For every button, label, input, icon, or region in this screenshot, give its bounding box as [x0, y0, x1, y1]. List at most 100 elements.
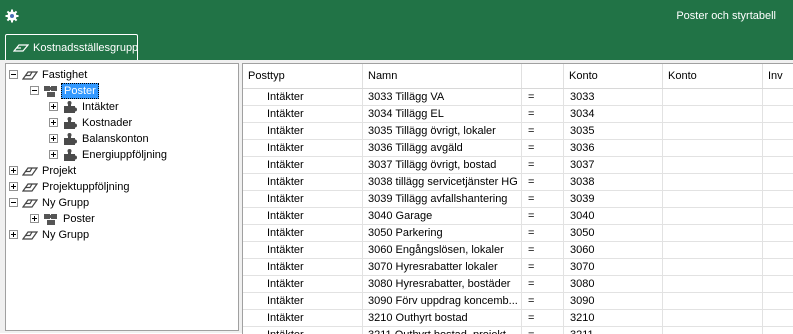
tab-kostnadsstallesgrupp[interactable]: Kostnadsställesgrupp: [5, 34, 138, 60]
cell-konto[interactable]: 3034: [564, 106, 663, 123]
cell-namn[interactable]: 3210 Outhyrt bostad: [363, 310, 522, 327]
cell-inv[interactable]: [763, 123, 793, 140]
tree-node-label[interactable]: Kostnader: [80, 116, 134, 130]
cell-namn[interactable]: 3037 Tillägg övrigt, bostad: [363, 157, 522, 174]
tree-node-label[interactable]: Projektuppföljning: [40, 180, 131, 194]
table-row[interactable]: Intäkter 3038 tillägg servicetjänster HG =…: [243, 174, 793, 191]
cell-konto-2[interactable]: [663, 208, 763, 225]
cell-namn[interactable]: 3070 Hyresrabatter lokaler: [363, 259, 522, 276]
tree-node-label[interactable]: Poster: [61, 212, 97, 226]
cell-operator[interactable]: =: [522, 259, 564, 276]
tree-node-label[interactable]: Ny Grupp: [40, 196, 91, 210]
gear-icon[interactable]: [5, 9, 19, 23]
cell-inv[interactable]: [763, 259, 793, 276]
cell-inv[interactable]: [763, 310, 793, 327]
cell-konto-2[interactable]: [663, 191, 763, 208]
cell-konto[interactable]: 3090: [564, 293, 663, 310]
table-row[interactable]: Intäkter 3035 Tillägg övrigt, lokaler = 303…: [243, 123, 793, 140]
cell-namn[interactable]: 3080 Hyresrabatter, bostäder: [363, 276, 522, 293]
tree-node-label[interactable]: Intäkter: [80, 100, 121, 114]
group-tree[interactable]: Fastighet Poster Intäkter Kostnader Balansko…: [5, 63, 239, 331]
cell-inv[interactable]: [763, 191, 793, 208]
cell-posttyp[interactable]: Intäkter: [243, 191, 363, 208]
cell-konto-2[interactable]: [663, 259, 763, 276]
cell-posttyp[interactable]: Intäkter: [243, 123, 363, 140]
cell-inv[interactable]: [763, 276, 793, 293]
table-row[interactable]: Intäkter 3040 Garage = 3040: [243, 208, 793, 225]
expand-icon[interactable]: [9, 182, 18, 191]
cell-posttyp[interactable]: Intäkter: [243, 225, 363, 242]
cell-konto-2[interactable]: [663, 157, 763, 174]
cell-konto-2[interactable]: [663, 293, 763, 310]
expand-icon[interactable]: [30, 214, 39, 223]
tree-node-label[interactable]: Projekt: [40, 164, 78, 178]
cell-konto-2[interactable]: [663, 276, 763, 293]
table-row[interactable]: Intäkter 3210 Outhyrt bostad = 3210: [243, 310, 793, 327]
cell-posttyp[interactable]: Intäkter: [243, 106, 363, 123]
cell-posttyp[interactable]: Intäkter: [243, 242, 363, 259]
cell-konto-2[interactable]: [663, 225, 763, 242]
cell-operator[interactable]: =: [522, 174, 564, 191]
collapse-icon[interactable]: [9, 70, 18, 79]
collapse-icon[interactable]: [30, 86, 39, 95]
table-row[interactable]: Intäkter 3033 Tillägg VA = 3033: [243, 89, 793, 106]
cell-konto[interactable]: 3037: [564, 157, 663, 174]
cell-konto[interactable]: 3039: [564, 191, 663, 208]
cell-namn[interactable]: 3036 Tillägg avgäld: [363, 140, 522, 157]
cell-posttyp[interactable]: Intäkter: [243, 174, 363, 191]
cell-konto[interactable]: 3060: [564, 242, 663, 259]
expand-icon[interactable]: [9, 166, 18, 175]
cell-konto[interactable]: 3033: [564, 89, 663, 106]
table-row[interactable]: Intäkter 3039 Tillägg avfallshantering = 30…: [243, 191, 793, 208]
cell-konto-2[interactable]: [663, 140, 763, 157]
cell-namn[interactable]: 3034 Tillägg EL: [363, 106, 522, 123]
cell-posttyp[interactable]: Intäkter: [243, 89, 363, 106]
cell-konto[interactable]: 3035: [564, 123, 663, 140]
cell-operator[interactable]: =: [522, 191, 564, 208]
cell-konto[interactable]: 3080: [564, 276, 663, 293]
cell-operator[interactable]: =: [522, 310, 564, 327]
tree-node-label[interactable]: Poster: [61, 83, 99, 99]
table-row[interactable]: Intäkter 3036 Tillägg avgäld = 3036: [243, 140, 793, 157]
table-row[interactable]: Intäkter 3080 Hyresrabatter, bostäder = 308…: [243, 276, 793, 293]
table-row[interactable]: Intäkter 3090 Förv uppdrag koncemb... = 309…: [243, 293, 793, 310]
cell-posttyp[interactable]: Intäkter: [243, 259, 363, 276]
cell-namn[interactable]: 3039 Tillägg avfallshantering: [363, 191, 522, 208]
column-header-konto-2[interactable]: Konto: [663, 64, 763, 88]
cell-konto-2[interactable]: [663, 123, 763, 140]
cell-inv[interactable]: [763, 242, 793, 259]
cell-konto-2[interactable]: [663, 106, 763, 123]
expand-icon[interactable]: [9, 230, 18, 239]
cell-inv[interactable]: [763, 174, 793, 191]
cell-inv[interactable]: [763, 89, 793, 106]
data-grid[interactable]: Posttyp Namn Konto Konto Inv Intäkter 303…: [242, 63, 793, 334]
table-row[interactable]: Intäkter 3060 Engångslösen, lokaler = 3060: [243, 242, 793, 259]
column-header-inv[interactable]: Inv: [763, 64, 793, 88]
table-row[interactable]: Intäkter 3037 Tillägg övrigt, bostad = 3037: [243, 157, 793, 174]
cell-inv[interactable]: [763, 208, 793, 225]
cell-konto-2[interactable]: [663, 242, 763, 259]
cell-operator[interactable]: =: [522, 123, 564, 140]
cell-namn[interactable]: 3040 Garage: [363, 208, 522, 225]
tree-node-label[interactable]: Ny Grupp: [40, 228, 91, 242]
cell-operator[interactable]: =: [522, 89, 564, 106]
tree-node-label[interactable]: Balanskonton: [80, 132, 151, 146]
cell-konto[interactable]: 3050: [564, 225, 663, 242]
cell-operator[interactable]: =: [522, 276, 564, 293]
cell-konto-2[interactable]: [663, 310, 763, 327]
cell-posttyp[interactable]: Intäkter: [243, 310, 363, 327]
cell-konto-2[interactable]: [663, 89, 763, 106]
expand-icon[interactable]: [49, 134, 58, 143]
cell-inv[interactable]: [763, 293, 793, 310]
cell-namn[interactable]: 3050 Parkering: [363, 225, 522, 242]
table-row[interactable]: Intäkter 3070 Hyresrabatter lokaler = 3070: [243, 259, 793, 276]
cell-operator[interactable]: =: [522, 208, 564, 225]
cell-posttyp[interactable]: Intäkter: [243, 276, 363, 293]
cell-posttyp[interactable]: Intäkter: [243, 140, 363, 157]
cell-posttyp[interactable]: Intäkter: [243, 157, 363, 174]
expand-icon[interactable]: [49, 150, 58, 159]
cell-operator[interactable]: =: [522, 293, 564, 310]
cell-posttyp[interactable]: Intäkter: [243, 293, 363, 310]
cell-inv[interactable]: [763, 157, 793, 174]
column-header-posttyp[interactable]: Posttyp: [243, 64, 363, 88]
